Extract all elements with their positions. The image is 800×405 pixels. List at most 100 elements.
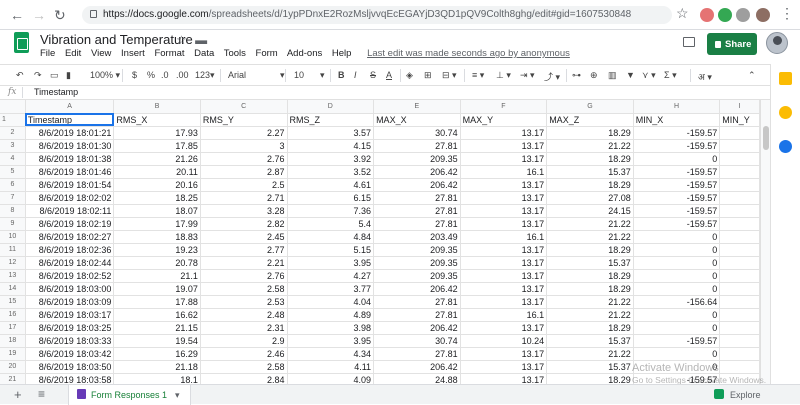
table-cell[interactable]: 2.84 [200, 373, 288, 384]
row-number[interactable]: 11 [0, 243, 26, 257]
table-cell[interactable]: 8/6/2019 18:03:58 [25, 373, 115, 384]
table-cell[interactable]: 24.15 [546, 204, 634, 218]
table-cell[interactable]: 17.99 [113, 217, 201, 231]
table-cell[interactable] [719, 126, 760, 140]
table-cell[interactable]: 16.29 [113, 347, 201, 361]
table-cell[interactable]: 13.17 [460, 178, 548, 192]
row-number[interactable]: 14 [0, 282, 26, 296]
italic-button[interactable]: I [354, 70, 357, 80]
row-number[interactable]: 6 [0, 178, 26, 192]
column-header[interactable]: D [287, 100, 375, 114]
menu-format[interactable]: Format [154, 48, 184, 59]
table-cell[interactable]: -159.57 [633, 126, 721, 140]
menu-data[interactable]: Data [194, 48, 214, 59]
add-sheet-button[interactable]: + [14, 387, 22, 402]
table-cell[interactable]: 8/6/2019 18:02:02 [25, 191, 115, 205]
table-cell[interactable]: 8/6/2019 18:03:17 [25, 308, 115, 322]
table-cell[interactable]: -159.57 [633, 334, 721, 348]
table-cell[interactable]: 20.11 [113, 165, 201, 179]
menu-help[interactable]: Help [332, 48, 352, 59]
table-cell[interactable]: 4.27 [287, 269, 375, 283]
menu-tools[interactable]: Tools [224, 48, 246, 59]
filter-views-icon[interactable]: ⋎ ▾ [642, 70, 656, 81]
address-bar[interactable]: https://docs.google.com/spreadsheets/d/1… [82, 6, 672, 24]
scrollbar-thumb[interactable] [763, 126, 769, 150]
table-cell[interactable]: 2.87 [200, 165, 288, 179]
strikethrough-button[interactable]: S [370, 70, 376, 80]
row-number[interactable]: 21 [0, 373, 26, 384]
star-icon[interactable]: ☆ [176, 33, 187, 47]
table-cell[interactable]: 19.07 [113, 282, 201, 296]
table-cell[interactable]: 13.17 [460, 321, 548, 335]
row-number[interactable]: 10 [0, 230, 26, 244]
table-cell[interactable]: 8/6/2019 18:01:21 [25, 126, 115, 140]
text-rotation-icon[interactable]: ⤴ ▾ [544, 70, 560, 83]
header-cell[interactable]: Timestamp [25, 113, 115, 127]
table-cell[interactable]: 18.29 [546, 321, 634, 335]
table-cell[interactable] [719, 308, 760, 322]
table-cell[interactable]: 2.77 [200, 243, 288, 257]
table-cell[interactable]: 3.77 [287, 282, 375, 296]
column-header[interactable]: C [200, 100, 288, 114]
table-cell[interactable]: 3.95 [287, 334, 375, 348]
chrome-menu-icon[interactable]: ⋮ [780, 5, 794, 22]
table-cell[interactable]: 8/6/2019 18:03:33 [25, 334, 115, 348]
table-cell[interactable]: 27.81 [373, 204, 461, 218]
table-cell[interactable] [719, 139, 760, 153]
table-cell[interactable]: 2.53 [200, 295, 288, 309]
table-cell[interactable]: 18.25 [113, 191, 201, 205]
table-cell[interactable]: 16.1 [460, 230, 548, 244]
bold-button[interactable]: B [338, 70, 345, 80]
table-cell[interactable]: 13.17 [460, 282, 548, 296]
table-cell[interactable]: 18.29 [546, 178, 634, 192]
insert-link-icon[interactable]: ⊶ [572, 70, 581, 81]
table-cell[interactable]: 0 [633, 321, 721, 335]
table-cell[interactable]: 8/6/2019 18:03:42 [25, 347, 115, 361]
table-cell[interactable]: 0 [633, 347, 721, 361]
table-cell[interactable]: 18.29 [546, 269, 634, 283]
table-cell[interactable]: 3.98 [287, 321, 375, 335]
table-cell[interactable]: 10.24 [460, 334, 548, 348]
menu-form[interactable]: Form [256, 48, 278, 59]
table-cell[interactable]: 13.17 [460, 243, 548, 257]
merge-cells-icon[interactable]: ⊟ ▾ [442, 70, 457, 81]
table-cell[interactable]: 21.22 [546, 217, 634, 231]
table-cell[interactable]: 27.81 [373, 139, 461, 153]
header-cell[interactable]: MIN_X [633, 113, 721, 127]
header-cell[interactable]: MIN_Y [719, 113, 760, 127]
table-cell[interactable]: 2.48 [200, 308, 288, 322]
forward-arrow-icon[interactable]: → [32, 7, 46, 23]
table-cell[interactable]: 27.81 [373, 308, 461, 322]
table-cell[interactable]: 0 [633, 152, 721, 166]
table-cell[interactable]: 8/6/2019 18:02:27 [25, 230, 115, 244]
text-wrap-icon[interactable]: ⇥ ▾ [520, 70, 535, 81]
menu-view[interactable]: View [91, 48, 111, 59]
header-cell[interactable]: RMS_Y [200, 113, 288, 127]
bookmark-star-icon[interactable]: ☆ [676, 5, 689, 22]
table-cell[interactable]: 206.42 [373, 282, 461, 296]
explore-button[interactable]: Explore [714, 389, 761, 400]
table-cell[interactable]: 19.23 [113, 243, 201, 257]
table-cell[interactable]: 206.42 [373, 178, 461, 192]
zoom-select[interactable]: 100% ▾ [90, 70, 120, 81]
table-cell[interactable] [719, 321, 760, 335]
table-cell[interactable]: -159.57 [633, 139, 721, 153]
row-number[interactable]: 9 [0, 217, 26, 231]
table-cell[interactable]: 30.74 [373, 126, 461, 140]
column-header[interactable]: B [113, 100, 201, 114]
table-cell[interactable]: 18.29 [546, 282, 634, 296]
table-cell[interactable] [719, 152, 760, 166]
share-button[interactable]: Share [707, 33, 757, 55]
table-cell[interactable]: 2.76 [200, 269, 288, 283]
table-cell[interactable]: -159.57 [633, 217, 721, 231]
table-cell[interactable]: 18.1 [113, 373, 201, 384]
table-cell[interactable]: 4.84 [287, 230, 375, 244]
font-size-select[interactable]: 10 ▾ [294, 70, 325, 81]
table-cell[interactable]: 3.57 [287, 126, 375, 140]
insert-comment-icon[interactable]: ⊕ [590, 70, 598, 81]
table-cell[interactable]: -159.57 [633, 165, 721, 179]
table-cell[interactable]: 27.81 [373, 191, 461, 205]
table-cell[interactable]: 2.58 [200, 360, 288, 374]
tab-menu-arrow-icon[interactable]: ▾ [175, 390, 180, 400]
row-number[interactable]: 7 [0, 191, 26, 205]
